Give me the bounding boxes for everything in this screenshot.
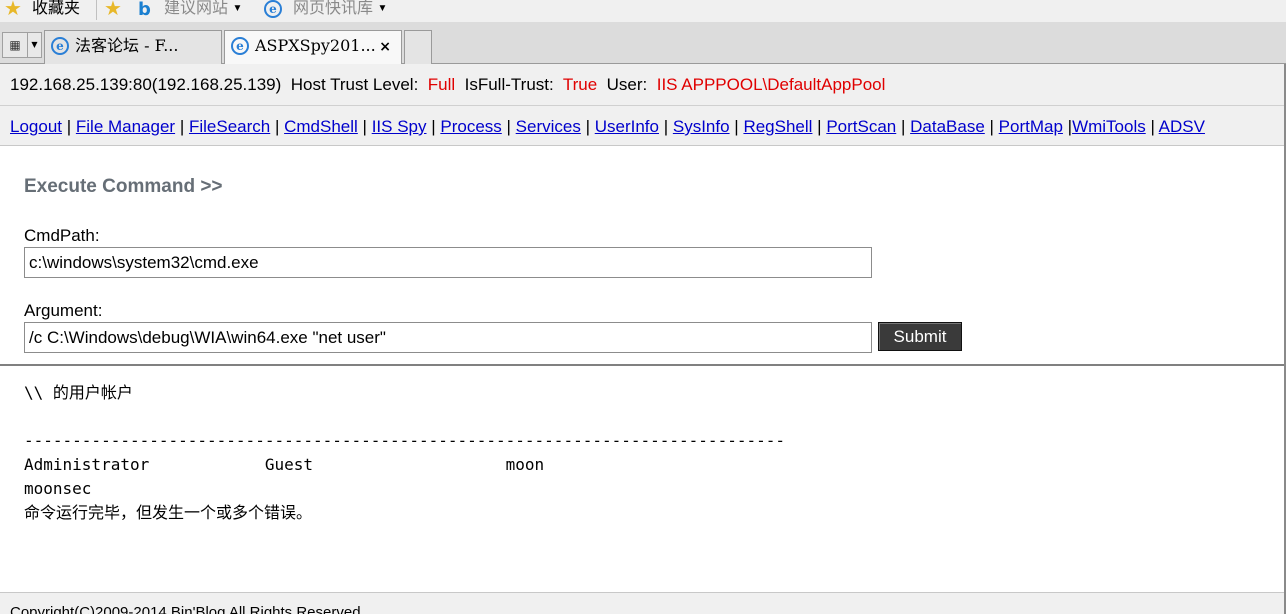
nav-adsv[interactable]: ADSV xyxy=(1159,117,1205,136)
full-trust-value: True xyxy=(562,75,598,94)
tab-title: ASPXSpy201... xyxy=(255,36,376,55)
bing-icon: b xyxy=(138,0,151,20)
main-content: Execute Command >> CmdPath: c:\windows\s… xyxy=(0,146,1286,592)
trust-level-label: Host Trust Level: xyxy=(290,75,419,94)
full-trust-label: IsFull-Trust: xyxy=(464,75,554,94)
argument-label: Argument: xyxy=(24,301,103,320)
tab-aspxspy[interactable]: e ASPXSpy201... × xyxy=(224,30,402,65)
close-tab-icon[interactable]: × xyxy=(379,31,391,63)
quick-tabs-button[interactable]: ▦ xyxy=(2,32,28,58)
cmdpath-label: CmdPath: xyxy=(24,226,100,245)
nav-sysinfo[interactable]: SysInfo xyxy=(673,117,730,136)
nav-services[interactable]: Services xyxy=(516,117,581,136)
nav-iis-spy[interactable]: IIS Spy xyxy=(372,117,427,136)
tab-bar: ▦ ▼ e 法客论坛 - F... e ASPXSpy201... × xyxy=(0,22,1286,65)
tab-list-dropdown[interactable]: ▼ xyxy=(28,32,42,58)
command-output: \\ 的用户帐户 -------------------------------… xyxy=(24,383,785,522)
tab-title: 法客论坛 - F... xyxy=(75,36,179,55)
trust-level-value: Full xyxy=(427,75,456,94)
argument-input[interactable]: /c C:\Windows\debug\WIA\win64.exe "net u… xyxy=(24,322,872,353)
nav-process[interactable]: Process xyxy=(440,117,501,136)
new-tab-button[interactable] xyxy=(404,30,432,64)
nav-logout[interactable]: Logout xyxy=(10,117,62,136)
nav-portmap[interactable]: PortMap xyxy=(999,117,1063,136)
tool-nav-bar: Logout | File Manager | FileSearch | Cmd… xyxy=(0,106,1286,146)
nav-database[interactable]: DataBase xyxy=(910,117,985,136)
nav-userinfo[interactable]: UserInfo xyxy=(595,117,659,136)
nav-regshell[interactable]: RegShell xyxy=(743,117,812,136)
user-label: User: xyxy=(606,75,648,94)
cmdpath-input[interactable]: c:\windows\system32\cmd.exe xyxy=(24,247,872,278)
user-value: IIS APPPOOL\DefaultAppPool xyxy=(656,75,886,94)
divider xyxy=(0,364,1286,366)
favorites-bar: ★ 收藏夹 ★ b 建议网站 ▼ e 网页快讯库 ▼ xyxy=(0,0,1286,22)
favorites-star-icon[interactable]: ★ xyxy=(4,0,22,19)
nav-portscan[interactable]: PortScan xyxy=(826,117,896,136)
web-slice-gallery-link[interactable]: 网页快讯库 ▼ xyxy=(293,0,387,22)
host-address: 192.168.25.139:80(192.168.25.139) xyxy=(10,75,282,94)
suggested-sites-link[interactable]: 建议网站 ▼ xyxy=(164,0,242,22)
tab-forum[interactable]: e 法客论坛 - F... xyxy=(44,30,222,64)
add-to-favorites-icon[interactable]: ★ xyxy=(104,0,122,19)
footer: Copyright(C)2009-2014 Bin'Blog All Right… xyxy=(0,592,1286,614)
nav-file-search[interactable]: FileSearch xyxy=(189,117,270,136)
nav-cmdshell[interactable]: CmdShell xyxy=(284,117,358,136)
host-info-bar: 192.168.25.139:80(192.168.25.139) Host T… xyxy=(0,64,1286,106)
nav-file-manager[interactable]: File Manager xyxy=(76,117,175,136)
ie-tab-icon: e xyxy=(231,37,249,55)
ie-tab-icon: e xyxy=(51,37,69,55)
nav-wmitools[interactable]: WmiTools xyxy=(1072,117,1146,136)
favorites-button[interactable]: 收藏夹 xyxy=(32,0,80,22)
submit-button[interactable]: Submit xyxy=(878,322,962,351)
ie-icon: e xyxy=(264,0,282,18)
page-title: Execute Command >> xyxy=(24,176,223,197)
favbar-divider xyxy=(96,0,97,20)
